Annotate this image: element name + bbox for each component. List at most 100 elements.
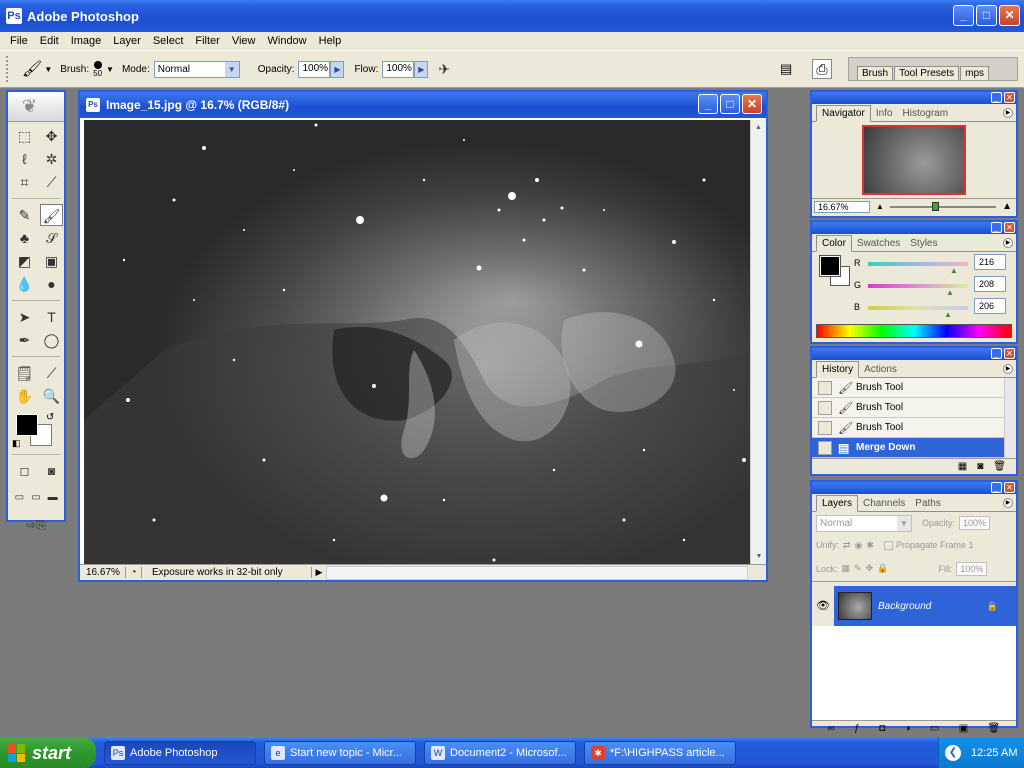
history-state-marker-icon[interactable] — [818, 440, 832, 455]
tab-info[interactable]: Info — [871, 106, 898, 121]
unify-style-icon[interactable]: ✱ — [866, 540, 874, 551]
lock-pixels-icon[interactable]: ✎ — [854, 563, 862, 574]
foreground-color-swatch[interactable] — [16, 414, 38, 436]
palette-minimize-icon[interactable]: _ — [991, 348, 1002, 359]
tab-history[interactable]: History — [816, 361, 860, 378]
notes-tool-icon[interactable]: 🗒 — [13, 362, 36, 384]
tab-channels[interactable]: Channels — [858, 496, 910, 511]
pen-tool-icon[interactable]: ✒ — [13, 329, 36, 351]
well-tab-comps[interactable]: mps — [960, 66, 990, 80]
palette-close-icon[interactable]: ✕ — [1004, 482, 1015, 493]
toolbox-header[interactable]: ❦ — [8, 92, 64, 122]
unify-position-icon[interactable]: ⇄ — [843, 540, 851, 551]
doc-minimize-button[interactable]: _ — [698, 94, 718, 114]
new-document-from-state-icon[interactable]: ▦ — [958, 461, 967, 472]
palette-minimize-icon[interactable]: _ — [991, 482, 1002, 493]
green-value-input[interactable]: 208 — [974, 276, 1006, 292]
zoom-out-icon[interactable]: ▲ — [876, 202, 884, 211]
palette-close-icon[interactable]: ✕ — [1004, 348, 1015, 359]
task-highpass-article[interactable]: ✱ *F:\HIGHPASS article... — [584, 741, 736, 765]
blur-tool-icon[interactable]: 💧 — [13, 273, 36, 295]
menu-filter[interactable]: Filter — [189, 35, 225, 47]
gradient-tool-icon[interactable]: ▣ — [40, 250, 63, 272]
options-grip[interactable] — [6, 56, 12, 82]
layer-opacity-input[interactable]: 100% — [959, 516, 991, 530]
airbrush-icon[interactable]: ✈ — [438, 61, 450, 78]
menu-file[interactable]: File — [4, 35, 34, 47]
screen-mode-full-icon[interactable]: ▬ — [45, 487, 60, 509]
blue-value-input[interactable]: 206 — [974, 298, 1006, 314]
document-horizontal-scrollbar[interactable] — [326, 565, 748, 580]
tab-layers[interactable]: Layers — [816, 495, 859, 512]
palette-icon[interactable]: ⎙ — [812, 59, 832, 79]
palette-menu-icon[interactable]: ▶ — [1003, 498, 1013, 508]
zoom-tool-icon[interactable]: 🔍 — [40, 385, 63, 407]
magic-wand-tool-icon[interactable]: ✲ — [40, 148, 63, 170]
new-group-icon[interactable]: ▭ — [930, 723, 939, 734]
tab-styles[interactable]: Styles — [905, 236, 942, 251]
history-item-selected[interactable]: ▤ Merge Down — [812, 438, 1016, 458]
image-canvas[interactable] — [84, 120, 750, 565]
mode-select[interactable]: Normal ▼ — [153, 60, 240, 78]
navigator-palette-header[interactable]: _ ✕ — [812, 92, 1016, 104]
preset-chevron-down-icon[interactable]: ▼ — [44, 65, 52, 74]
type-tool-icon[interactable]: T — [40, 306, 63, 328]
brush-chevron-down-icon[interactable]: ▼ — [106, 65, 114, 74]
shape-tool-icon[interactable]: ◯ — [40, 329, 63, 351]
history-palette-header[interactable]: _ ✕ — [812, 348, 1016, 360]
tray-expand-icon[interactable]: ❮ — [945, 745, 961, 761]
layers-palette-header[interactable]: _ ✕ — [812, 482, 1016, 494]
fill-input[interactable]: 100% — [956, 561, 988, 576]
history-item[interactable]: 🖌 Brush Tool — [812, 378, 1016, 398]
menu-image[interactable]: Image — [65, 35, 108, 47]
lock-position-icon[interactable]: ✥ — [866, 563, 874, 574]
unify-visibility-icon[interactable]: ◉ — [855, 540, 863, 551]
tab-swatches[interactable]: Swatches — [852, 236, 905, 251]
blue-slider-thumb-icon[interactable]: ▲ — [944, 310, 952, 319]
healing-brush-tool-icon[interactable]: ✎ — [13, 204, 36, 226]
blue-slider[interactable] — [868, 306, 968, 310]
slice-tool-icon[interactable]: ⟋ — [40, 171, 63, 193]
eraser-tool-icon[interactable]: ◩ — [13, 250, 36, 272]
standard-mode-icon[interactable]: ◻ — [13, 460, 36, 482]
file-browser-icon[interactable]: ▤ — [780, 61, 792, 77]
task-photoshop[interactable]: Ps Adobe Photoshop — [104, 741, 256, 765]
layer-name[interactable]: Background — [878, 601, 987, 612]
eyedropper-tool-icon[interactable]: ⟋ — [40, 362, 63, 384]
add-mask-icon[interactable]: ◘ — [879, 723, 885, 734]
adjustment-layer-icon[interactable]: ◑ — [905, 723, 911, 734]
maximize-button[interactable]: □ — [976, 5, 997, 26]
swap-colors-icon[interactable]: ↺ — [46, 412, 54, 423]
palette-minimize-icon[interactable]: _ — [991, 92, 1002, 103]
zoom-level[interactable]: 16.67% — [80, 567, 126, 578]
history-snapshot-checkbox[interactable] — [818, 420, 832, 435]
palette-close-icon[interactable]: ✕ — [1004, 92, 1015, 103]
palette-menu-icon[interactable]: ▶ — [1003, 238, 1013, 248]
status-menu-arrow-icon[interactable]: ▶ — [312, 567, 326, 578]
minimize-button[interactable]: _ — [953, 5, 974, 26]
palette-menu-icon[interactable]: ▶ — [1003, 108, 1013, 118]
task-document2[interactable]: W Document2 - Microsof... — [424, 741, 576, 765]
move-tool-icon[interactable]: ✥ — [40, 125, 63, 147]
doc-close-button[interactable]: ✕ — [742, 94, 762, 114]
tab-navigator[interactable]: Navigator — [816, 105, 871, 122]
menu-layer[interactable]: Layer — [107, 35, 147, 47]
scroll-down-icon[interactable]: ▼ — [751, 549, 767, 565]
lock-all-icon[interactable]: 🔒 — [877, 563, 888, 574]
task-new-topic[interactable]: e Start new topic - Micr... — [264, 741, 416, 765]
zoom-slider-thumb[interactable] — [932, 201, 940, 211]
quick-mask-mode-icon[interactable]: ◙ — [40, 460, 63, 482]
menu-help[interactable]: Help — [313, 35, 348, 47]
layer-visibility-eye-icon[interactable]: 👁 — [812, 586, 834, 626]
tab-histogram[interactable]: Histogram — [898, 106, 954, 121]
color-palette-header[interactable]: _ ✕ — [812, 222, 1016, 234]
history-item[interactable]: 🖌 Brush Tool — [812, 418, 1016, 438]
opacity-input[interactable]: 100% — [298, 60, 331, 78]
history-snapshot-checkbox[interactable] — [818, 380, 832, 395]
tab-color[interactable]: Color — [816, 235, 852, 252]
history-item[interactable]: 🖌 Brush Tool — [812, 398, 1016, 418]
palette-minimize-icon[interactable]: _ — [991, 222, 1002, 233]
history-scrollbar[interactable] — [1004, 378, 1016, 458]
history-snapshot-checkbox[interactable] — [818, 400, 832, 415]
green-slider-thumb-icon[interactable]: ▲ — [946, 288, 954, 297]
